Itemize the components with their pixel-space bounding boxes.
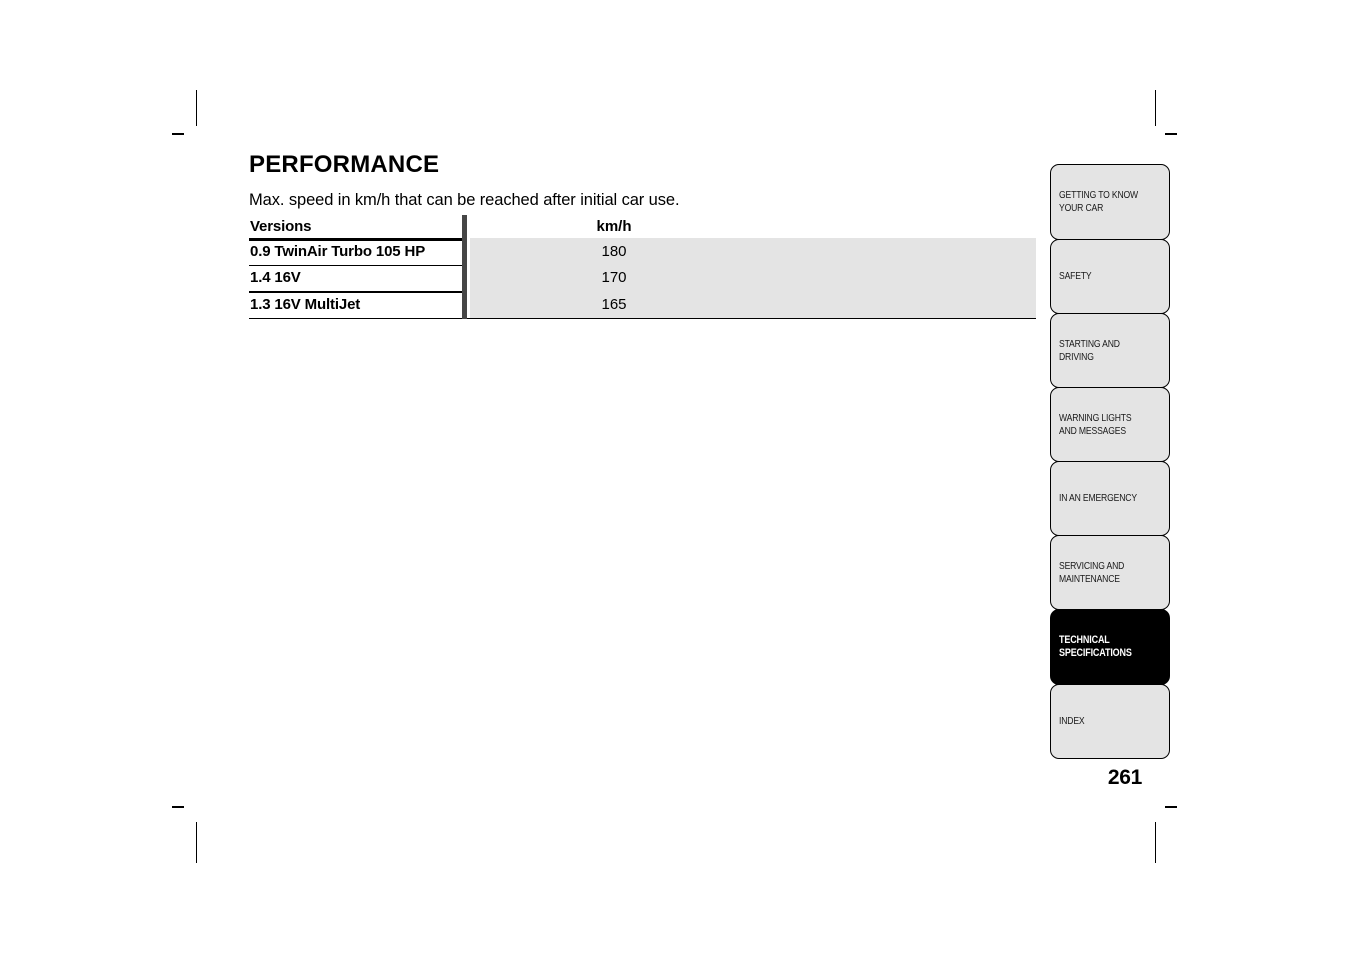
sidebar-tab-technical-specifications[interactable]: TECHNICAL SPECIFICATIONS (1050, 609, 1170, 685)
sidebar-tab-safety[interactable]: SAFETY (1050, 239, 1170, 314)
table-row: 1.4 16V 170 (249, 264, 1036, 292)
sidebar-tab-in-an-emergency[interactable]: IN AN EMERGENCY (1050, 461, 1170, 536)
sidebar-tab-label: SERVICING AND MAINTENANCE (1059, 559, 1125, 585)
cell-kmh: 180 (470, 238, 1036, 265)
column-header-kmh: km/h (470, 215, 1036, 239)
sidebar-tab-warning-lights-and-messages[interactable]: WARNING LIGHTS AND MESSAGES (1050, 387, 1170, 462)
performance-table: Versions km/h 0.9 TwinAir Turbo 105 HP 1… (249, 215, 1036, 320)
sidebar-tab-index[interactable]: INDEX (1050, 684, 1170, 759)
sidebar-tab-label: TECHNICAL SPECIFICATIONS (1059, 633, 1132, 659)
crop-mark-bottom-right-horizontal (1165, 806, 1177, 808)
sidebar-tab-label: INDEX (1059, 715, 1085, 728)
sidebar-tab-servicing-and-maintenance[interactable]: SERVICING AND MAINTENANCE (1050, 535, 1170, 610)
table-column-divider (462, 215, 467, 320)
crop-mark-top-right-vertical (1155, 90, 1156, 126)
content-area: PERFORMANCE Max. speed in km/h that can … (249, 151, 1039, 320)
sidebar-tab-label: SAFETY (1059, 270, 1092, 283)
crop-mark-bottom-left-horizontal (172, 806, 184, 808)
cell-version: 0.9 TwinAir Turbo 105 HP (250, 242, 426, 260)
page-title: PERFORMANCE (249, 151, 440, 178)
sidebar-tab-label: WARNING LIGHTS AND MESSAGES (1059, 411, 1132, 437)
sidebar-tab-label: IN AN EMERGENCY (1059, 492, 1137, 505)
cell-kmh: 165 (470, 291, 1036, 318)
crop-mark-top-left-horizontal (172, 133, 184, 135)
crop-mark-top-left-vertical (196, 90, 197, 126)
intro-paragraph: Max. speed in km/h that can be reached a… (249, 191, 680, 210)
table-rule-bottom (249, 317, 1036, 320)
section-tab-strip: GETTING TO KNOW YOUR CAR SAFETY STARTING… (1050, 164, 1170, 759)
cell-version: 1.4 16V (250, 269, 301, 287)
table-row: 0.9 TwinAir Turbo 105 HP 180 (249, 238, 1036, 265)
cell-kmh: 170 (470, 264, 1036, 292)
crop-mark-bottom-right-vertical (1155, 822, 1156, 863)
sidebar-tab-starting-and-driving[interactable]: STARTING AND DRIVING (1050, 313, 1170, 388)
column-header-versions: Versions (250, 218, 312, 236)
page-number: 261 (1107, 766, 1143, 789)
cell-version: 1.3 16V MultiJet (250, 295, 361, 313)
table-row: 1.3 16V MultiJet 165 (249, 291, 1036, 318)
sidebar-tab-getting-to-know-your-car[interactable]: GETTING TO KNOW YOUR CAR (1050, 164, 1170, 240)
crop-mark-top-right-horizontal (1165, 133, 1177, 135)
sidebar-tab-label: STARTING AND DRIVING (1059, 337, 1120, 363)
crop-mark-bottom-left-vertical (196, 822, 197, 863)
table-header-row: Versions km/h (249, 215, 1036, 239)
sidebar-tab-label: GETTING TO KNOW YOUR CAR (1059, 189, 1139, 214)
